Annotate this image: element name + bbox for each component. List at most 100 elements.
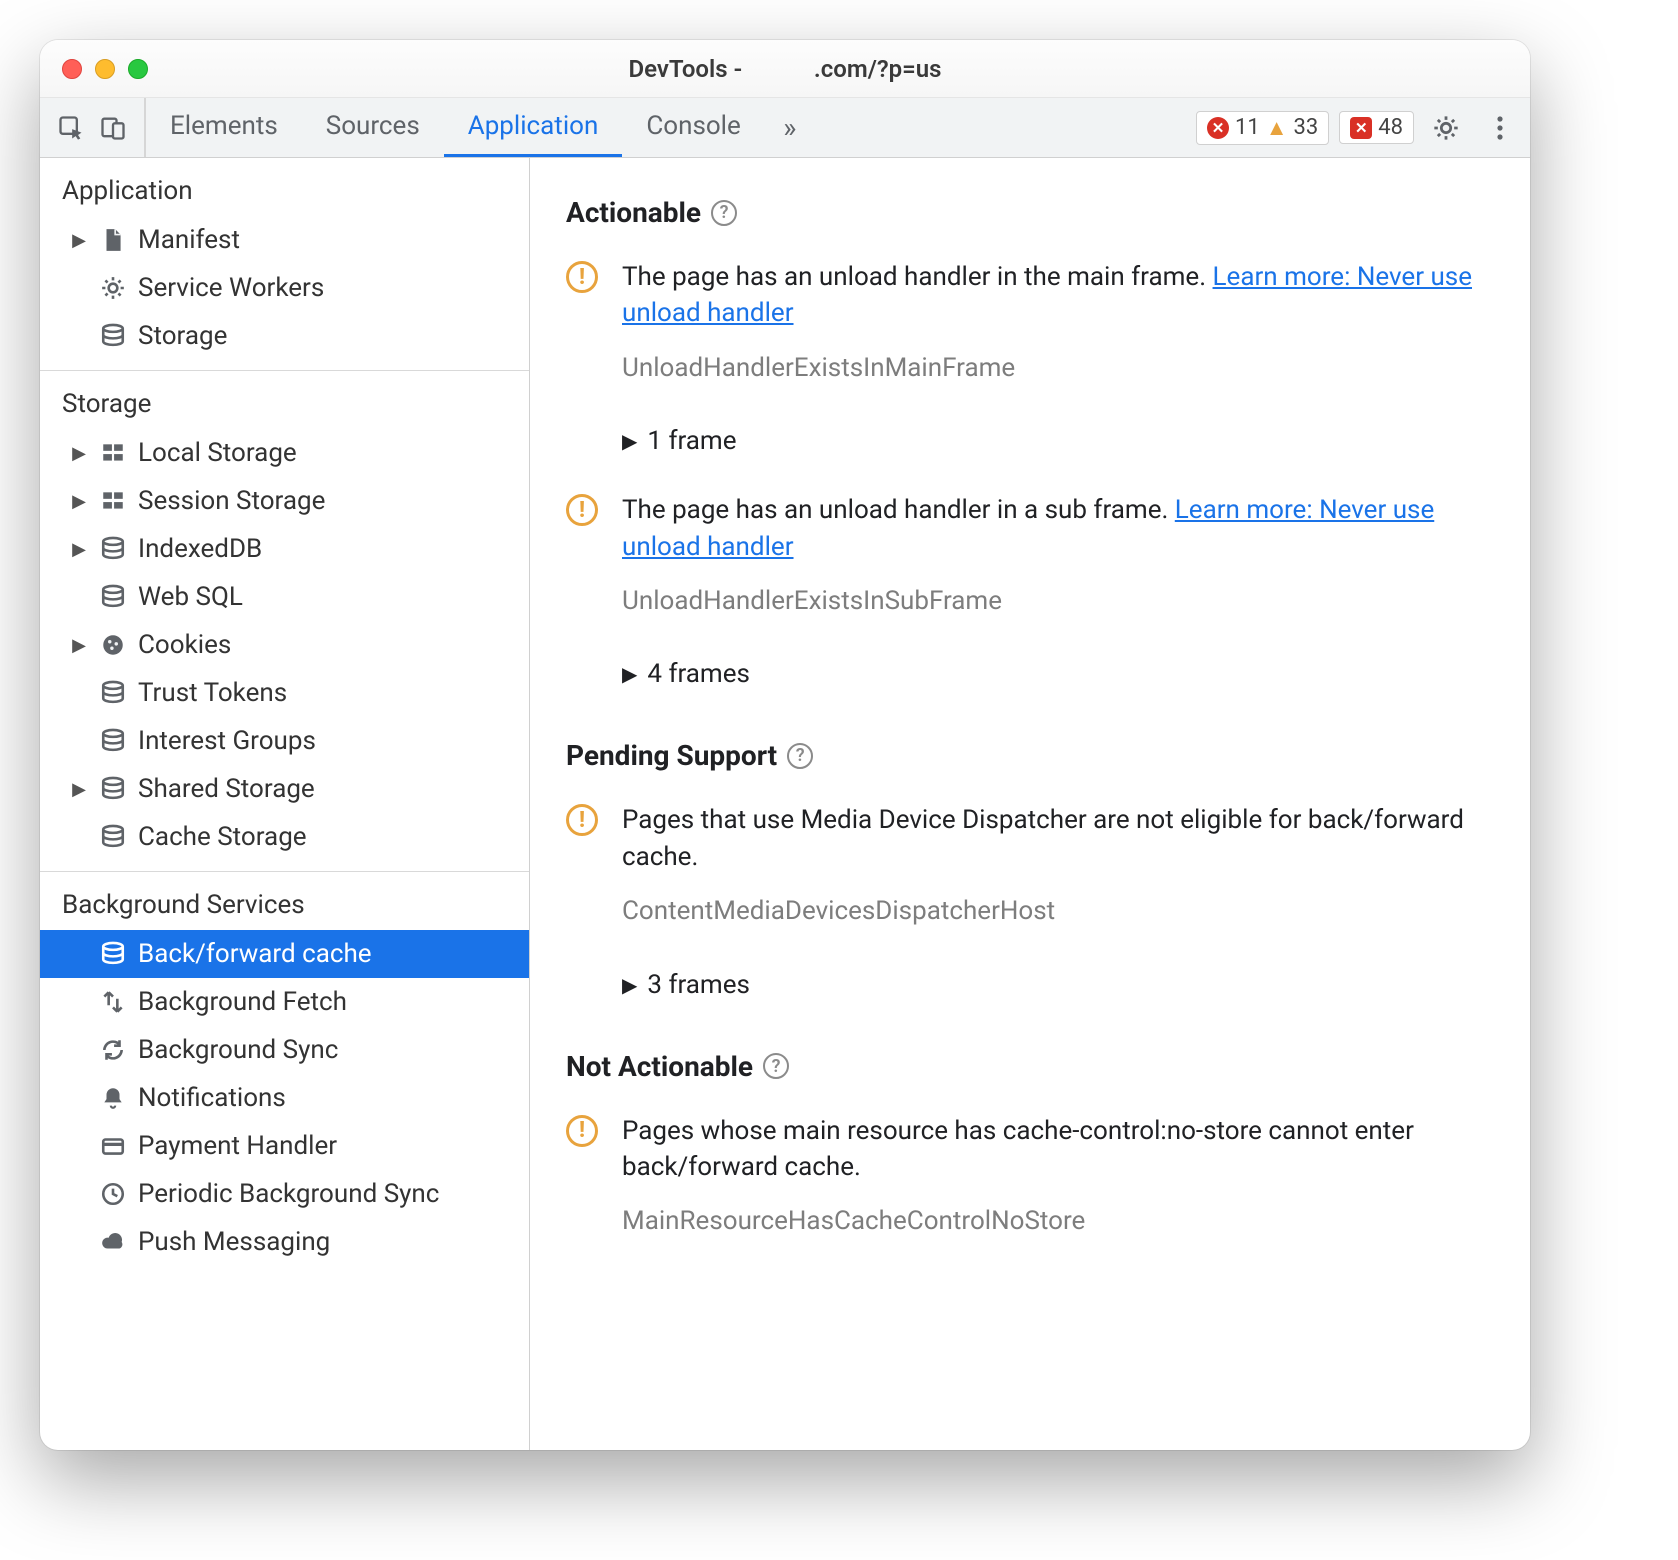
cookie-icon [98,630,128,660]
frames-label: 1 frame [647,426,736,456]
sidebar-item-web-sql[interactable]: ▶Web SQL [40,573,529,621]
sidebar-item-back-forward-cache[interactable]: ▶Back/forward cache [40,930,529,978]
help-icon[interactable]: ? [763,1053,789,1079]
db-icon [98,678,128,708]
sidebar-item-label: Payment Handler [138,1131,337,1161]
disclosure-triangle-icon: ▶ [622,429,637,453]
bfcache-panel: Actionable?!The page has an unload handl… [530,158,1530,1450]
application-sidebar: Application▶Manifest▶Service Workers▶Sto… [40,158,530,1450]
sidebar-item-label: Service Workers [138,273,324,303]
db-icon [98,774,128,804]
sidebar-item-session-storage[interactable]: ▶ Session Storage [40,477,529,525]
tab-sources[interactable]: Sources [302,98,444,157]
sidebar-item-local-storage[interactable]: ▶Local Storage [40,429,529,477]
db-icon [98,822,128,852]
more-tabs-button[interactable]: » [765,98,815,157]
issue-code: UnloadHandlerExistsInMainFrame [622,350,1494,386]
issue-icon: ✕ [1350,117,1372,139]
sidebar-item-label: Session Storage [138,486,325,516]
warning-icon: ▲ [1266,115,1288,141]
sidebar-item-label: Web SQL [138,582,243,612]
sidebar-item-label: Manifest [138,225,240,255]
issue-row: !The page has an unload handler in a sub… [566,492,1494,619]
sidebar-item-label: Back/forward cache [138,939,372,969]
window-title: DevTools - .com/?p=us [40,55,1530,83]
more-options-button[interactable] [1478,115,1522,141]
expand-arrow-icon: ▶ [70,779,88,800]
expand-arrow-icon: ▶ [70,539,88,560]
sync-icon [98,1035,128,1065]
db-icon [98,534,128,564]
maximize-window-button[interactable] [128,59,148,79]
frames-disclosure[interactable]: ▶ 3 frames [622,948,1494,1036]
sidebar-item-label: Background Fetch [138,987,347,1017]
sidebar-item-shared-storage[interactable]: ▶ Shared Storage [40,765,529,813]
sidebar-item-label: IndexedDB [138,534,262,564]
db-icon [98,321,128,351]
sidebar-item-label: Background Sync [138,1035,338,1065]
issue-code: ContentMediaDevicesDispatcherHost [622,893,1494,929]
devtools-toolbar: Elements Sources Application Console » ✕… [40,98,1530,158]
issue-row: !Pages that use Media Device Dispatcher … [566,802,1494,929]
console-errors-warnings[interactable]: ✕ 11 ▲ 33 [1196,111,1329,145]
disclosure-triangle-icon: ▶ [622,973,637,997]
grid-icon [98,438,128,468]
issue-message: Pages whose main resource has cache-cont… [622,1113,1494,1186]
issue-count: 48 [1378,115,1403,140]
traffic-lights [62,59,148,79]
issue-code: MainResourceHasCacheControlNoStore [622,1203,1494,1239]
issues-counter[interactable]: ✕ 48 [1339,111,1414,144]
sidebar-item-background-sync[interactable]: ▶Background Sync [40,1026,529,1074]
sidebar-item-storage[interactable]: ▶Storage [40,312,529,360]
sidebar-item-interest-groups[interactable]: ▶Interest Groups [40,717,529,765]
frames-disclosure[interactable]: ▶ 1 frame [622,404,1494,492]
section-heading: Pending Support? [566,739,1494,772]
minimize-window-button[interactable] [95,59,115,79]
sidebar-item-notifications[interactable]: ▶Notifications [40,1074,529,1122]
expand-arrow-icon: ▶ [70,491,88,512]
tab-console[interactable]: Console [622,98,764,157]
db-icon [98,939,128,969]
section-heading: Actionable? [566,196,1494,229]
sidebar-item-push-messaging[interactable]: ▶Push Messaging [40,1218,529,1266]
sidebar-item-cookies[interactable]: ▶Cookies [40,621,529,669]
sidebar-item-background-fetch[interactable]: ▶Background Fetch [40,978,529,1026]
issue-message: The page has an unload handler in a sub … [622,492,1494,565]
sidebar-item-indexeddb[interactable]: ▶ IndexedDB [40,525,529,573]
issue-message: The page has an unload handler in the ma… [622,259,1494,332]
tab-elements[interactable]: Elements [146,98,302,157]
card-icon [98,1131,128,1161]
grid-icon [98,486,128,516]
sidebar-item-periodic-background-sync[interactable]: ▶Periodic Background Sync [40,1170,529,1218]
sidebar-item-label: Cookies [138,630,231,660]
inspect-element-button[interactable] [50,107,92,149]
sidebar-item-trust-tokens[interactable]: ▶Trust Tokens [40,669,529,717]
sidebar-item-label: Push Messaging [138,1227,330,1257]
frames-label: 3 frames [647,970,750,1000]
tab-application[interactable]: Application [444,98,623,157]
close-window-button[interactable] [62,59,82,79]
disclosure-triangle-icon: ▶ [622,662,637,686]
sidebar-item-label: Cache Storage [138,822,307,852]
learn-more-link[interactable]: Learn more: Never use unload handler [622,495,1434,561]
frames-disclosure[interactable]: ▶ 4 frames [622,637,1494,725]
sidebar-item-cache-storage[interactable]: ▶Cache Storage [40,813,529,861]
learn-more-link[interactable]: Learn more: Never use unload handler [622,262,1472,328]
sidebar-section-title: Application [40,158,529,216]
sidebar-section-title: Storage [40,371,529,429]
help-icon[interactable]: ? [711,200,737,226]
sidebar-item-payment-handler[interactable]: ▶Payment Handler [40,1122,529,1170]
help-icon[interactable]: ? [787,743,813,769]
settings-button[interactable] [1424,114,1468,142]
sidebar-item-manifest[interactable]: ▶Manifest [40,216,529,264]
sidebar-item-label: Shared Storage [138,774,315,804]
sidebar-item-label: Notifications [138,1083,286,1113]
sidebar-item-service-workers[interactable]: ▶Service Workers [40,264,529,312]
window-titlebar: DevTools - .com/?p=us [40,40,1530,98]
clock-icon [98,1179,128,1209]
db-icon [98,582,128,612]
warning-circle-icon: ! [566,1115,602,1240]
error-icon: ✕ [1207,117,1229,139]
frames-label: 4 frames [647,659,750,689]
device-toggle-button[interactable] [92,107,134,149]
